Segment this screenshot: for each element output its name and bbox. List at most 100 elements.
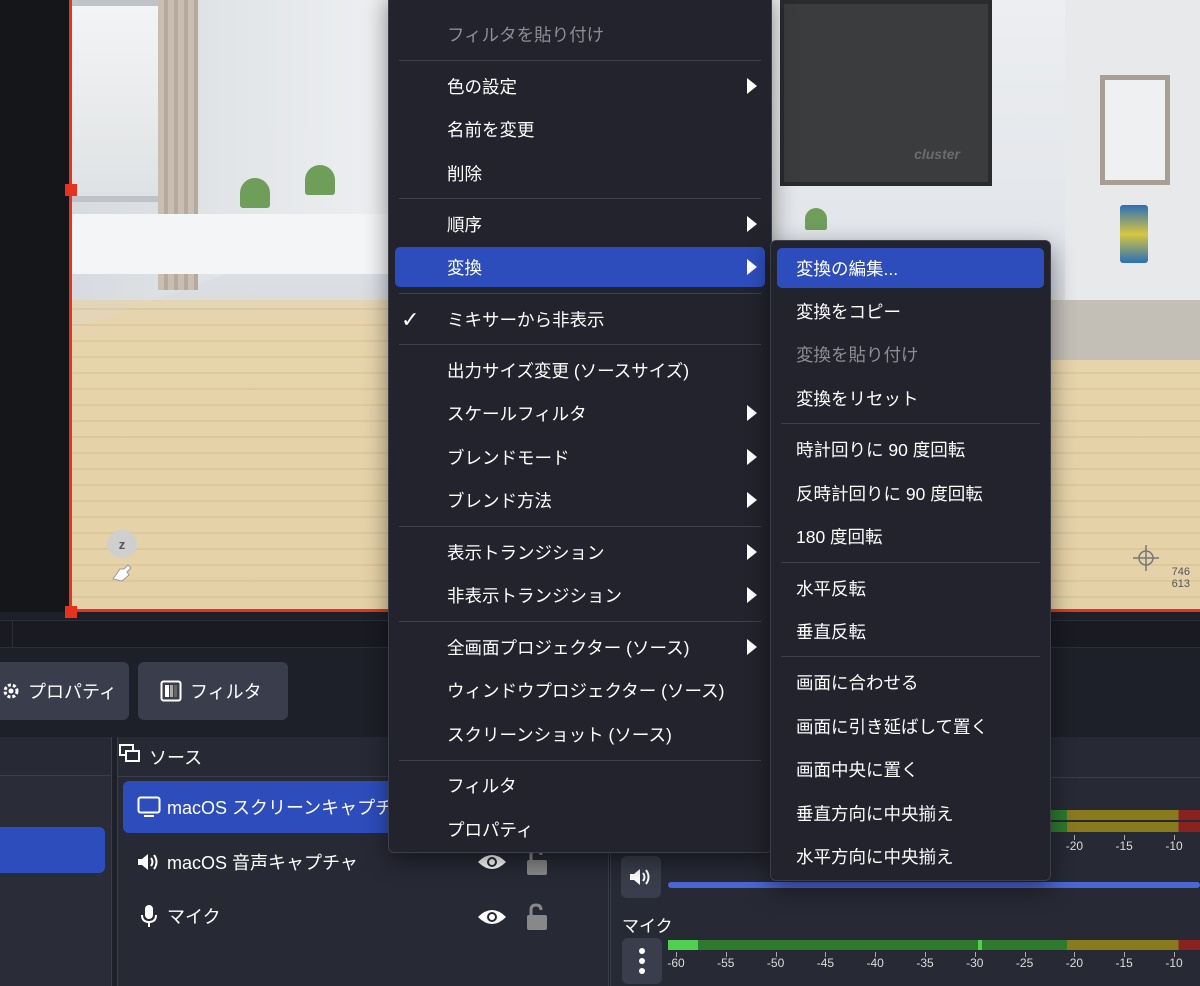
resize-handle[interactable] bbox=[65, 184, 77, 196]
menu-item-label: 変換をコピー bbox=[796, 301, 901, 322]
menu-item-label: 削除 bbox=[447, 163, 482, 184]
scale-label: -40 bbox=[866, 956, 884, 970]
menu-item[interactable]: 垂直方向に中央揃え bbox=[777, 793, 1044, 833]
menu-item[interactable]: スケールフィルタ bbox=[395, 393, 765, 433]
scale-label: -35 bbox=[916, 956, 934, 970]
z-key-badge: z bbox=[107, 530, 137, 558]
menu-item-label: 順序 bbox=[447, 214, 482, 235]
speaker-icon bbox=[630, 869, 650, 885]
menu-item[interactable]: フィルタ bbox=[395, 765, 765, 805]
coord-x: 746 bbox=[1171, 566, 1190, 578]
scale-label: -20 bbox=[1065, 956, 1084, 970]
menu-item[interactable]: 名前を変更 bbox=[395, 109, 765, 149]
menu-item[interactable]: 時計回りに 90 度回転 bbox=[777, 429, 1044, 469]
filters-button[interactable]: フィルタ bbox=[138, 662, 288, 720]
volume-slider[interactable] bbox=[668, 882, 1200, 888]
menu-item-label: 表示トランジション bbox=[447, 542, 605, 563]
meter-level bbox=[668, 940, 698, 950]
menu-item[interactable]: 水平反転 bbox=[777, 568, 1044, 608]
menu-item[interactable]: 画面に引き延ばして置く bbox=[777, 706, 1044, 746]
menu-item[interactable]: 変換をコピー bbox=[777, 291, 1044, 331]
menu-item[interactable]: 180 度回転 bbox=[777, 516, 1044, 556]
mixer-mic-label: マイク bbox=[622, 917, 673, 936]
menu-item[interactable]: ウィンドウプロジェクター (ソース) bbox=[395, 670, 765, 710]
mute-button[interactable] bbox=[621, 856, 661, 898]
menu-item[interactable]: 全画面プロジェクター (ソース) bbox=[395, 627, 765, 667]
menu-item-label: 反時計回りに 90 度回転 bbox=[796, 483, 983, 504]
menu-item: 変換を貼り付け bbox=[777, 334, 1044, 374]
speaker-icon bbox=[135, 851, 163, 873]
menu-item-label: 垂直方向に中央揃え bbox=[796, 803, 954, 824]
eye-icon[interactable] bbox=[477, 852, 507, 872]
menu-separator bbox=[399, 760, 761, 761]
menu-item[interactable]: 水平方向に中央揃え bbox=[777, 836, 1044, 876]
menu-item[interactable]: 出力サイズ変更 (ソースサイズ) bbox=[395, 350, 765, 390]
eye-icon[interactable] bbox=[477, 907, 507, 927]
menu-item-label: 全画面プロジェクター (ソース) bbox=[447, 637, 690, 658]
lock-open-icon[interactable] bbox=[524, 903, 550, 931]
menu-item-label: ブレンドモード bbox=[447, 447, 570, 468]
microphone-icon bbox=[135, 904, 163, 928]
menu-item[interactable]: 画面中央に置く bbox=[777, 749, 1044, 789]
scale-label: -55 bbox=[717, 956, 735, 970]
properties-button[interactable]: プロパティ bbox=[0, 662, 129, 720]
cursor-coordinates: 746 613 bbox=[1160, 566, 1190, 590]
menu-item[interactable]: 色の設定 bbox=[395, 66, 765, 106]
source-label: macOS 音声キャプチャ bbox=[167, 853, 358, 873]
menu-item[interactable]: ✓ ミキサーから非表示 bbox=[395, 299, 765, 339]
menu-item-label: フィルタを貼り付け bbox=[447, 24, 605, 45]
scale-label: -45 bbox=[816, 956, 835, 970]
transform-submenu: 変換の編集... 変換をコピー変換を貼り付け 変換をリセット 時計回りに 90 度回転… bbox=[770, 240, 1051, 881]
more-options-button[interactable] bbox=[622, 938, 662, 984]
menu-item[interactable]: 非表示トランジション bbox=[395, 575, 765, 615]
menu-item[interactable]: 反時計回りに 90 度回転 bbox=[777, 473, 1044, 513]
menu-item[interactable]: 変換 bbox=[395, 247, 765, 287]
menu-item[interactable]: 順序 bbox=[395, 204, 765, 244]
menu-item-label: 画面に合わせる bbox=[796, 672, 919, 693]
menu-item[interactable]: 削除 bbox=[395, 153, 765, 193]
monitor-icon bbox=[135, 796, 163, 818]
menu-item[interactable]: 変換の編集... bbox=[777, 248, 1044, 288]
menu-item-label: 水平反転 bbox=[796, 578, 866, 599]
menu-item: フィルタを貼り付け bbox=[395, 14, 765, 54]
scale-label: -30 bbox=[966, 956, 984, 970]
scale-label: -50 bbox=[766, 956, 785, 970]
menu-item[interactable]: 垂直反転 bbox=[777, 611, 1044, 651]
menu-item[interactable]: 変換をリセット bbox=[777, 378, 1044, 418]
menu-item-label: 色の設定 bbox=[447, 76, 517, 97]
menu-separator bbox=[781, 656, 1040, 657]
properties-label: プロパティ bbox=[28, 682, 117, 702]
crosshair-icon bbox=[1133, 545, 1159, 571]
submenu-arrow-icon bbox=[747, 405, 757, 421]
submenu-arrow-icon bbox=[747, 544, 757, 560]
gear-icon bbox=[2, 682, 20, 700]
menu-item[interactable]: スクリーンショット (ソース) bbox=[395, 714, 765, 754]
menu-item[interactable]: ブレンド方法 bbox=[395, 480, 765, 520]
submenu-arrow-icon bbox=[747, 216, 757, 232]
menu-item-label: 画面に引き延ばして置く bbox=[796, 716, 988, 737]
checkmark-icon: ✓ bbox=[401, 307, 420, 332]
menu-item-label: ウィンドウプロジェクター (ソース) bbox=[447, 680, 725, 701]
scene-rug bbox=[1030, 300, 1200, 360]
source-label: マイク bbox=[167, 907, 221, 927]
menu-item[interactable]: ブレンドモード bbox=[395, 437, 765, 477]
hand-icon bbox=[112, 564, 132, 582]
source-label: macOS スクリーンキャプチャ bbox=[167, 798, 411, 818]
scene-window-right bbox=[1100, 75, 1170, 185]
tv-logo: cluster bbox=[914, 146, 960, 162]
menu-separator bbox=[399, 60, 761, 61]
scene-plant bbox=[305, 165, 335, 195]
meter-peak bbox=[978, 940, 982, 950]
menu-item-label: 垂直反転 bbox=[796, 621, 866, 642]
menu-separator bbox=[399, 293, 761, 294]
menu-item-label: スクリーンショット (ソース) bbox=[447, 724, 672, 745]
meter-scale: -60 -55 -50 -45 -40 -35 -30 -25 -20 -15 -10 bbox=[667, 952, 1200, 972]
resize-handle[interactable] bbox=[65, 606, 77, 618]
menu-item-label: フィルタ bbox=[447, 775, 517, 796]
menu-item[interactable]: 画面に合わせる bbox=[777, 662, 1044, 702]
menu-item[interactable]: 表示トランジション bbox=[395, 532, 765, 572]
scene-window-sill bbox=[70, 214, 400, 274]
menu-item[interactable]: プロパティ bbox=[395, 809, 765, 849]
preview-background bbox=[0, 0, 70, 612]
scene-list-item-selected[interactable] bbox=[0, 827, 105, 873]
